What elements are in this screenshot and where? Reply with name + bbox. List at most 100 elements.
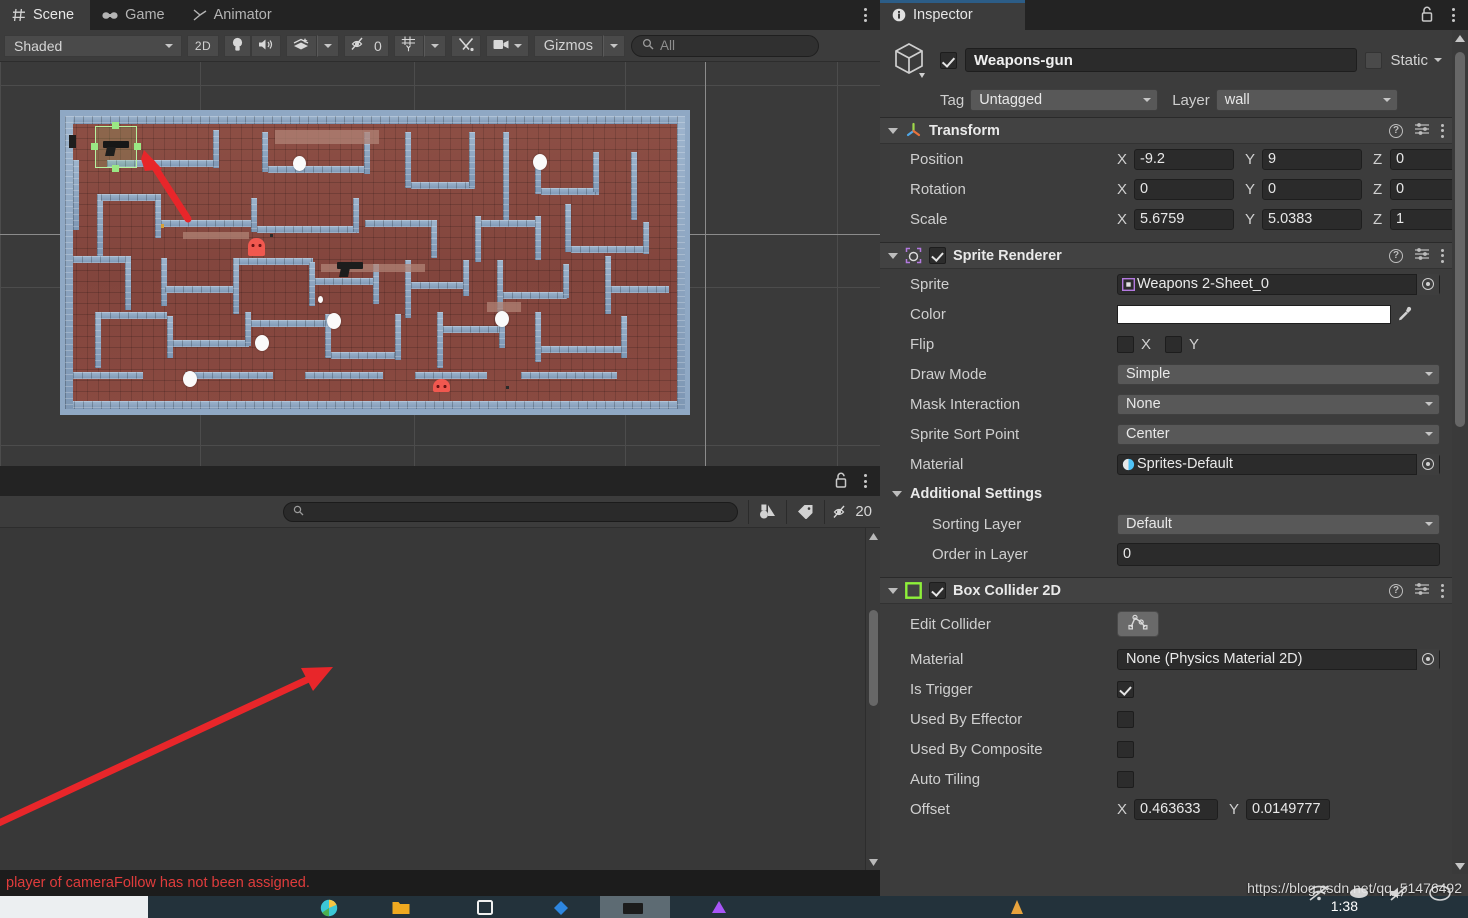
help-icon[interactable]: ? — [1389, 123, 1403, 138]
box-collider-enabled-checkbox[interactable] — [929, 582, 946, 599]
collider-material-object-field[interactable]: None (Physics Material 2D) — [1117, 648, 1440, 670]
transform-header[interactable]: Transform ? — [880, 118, 1452, 144]
scene-camera-button[interactable] — [485, 34, 529, 57]
console-overflow-menu-icon[interactable] — [856, 470, 874, 492]
preset-icon[interactable] — [1414, 121, 1430, 140]
scene-audio-toggle[interactable] — [251, 34, 281, 57]
scene-visibility-toggle[interactable]: 0 — [344, 34, 389, 57]
taskbar-icon-app3[interactable] — [710, 899, 728, 918]
taskbar-icon-app1[interactable] — [476, 899, 494, 918]
auto-tiling-checkbox[interactable] — [1117, 770, 1134, 788]
position-x-input[interactable]: -9.2 — [1134, 148, 1234, 170]
scene-tools-button[interactable] — [450, 34, 481, 57]
position-z-input[interactable]: 0 — [1390, 148, 1452, 170]
console-lock-icon[interactable] — [834, 472, 848, 494]
tray-volume-off-icon[interactable] — [1388, 884, 1410, 907]
scale-x-input[interactable]: 5.6759 — [1134, 208, 1234, 230]
tray-battery-icon[interactable] — [1428, 884, 1452, 907]
taskbar-icon-folder[interactable] — [392, 899, 410, 918]
component-menu-icon[interactable] — [1441, 123, 1444, 138]
tab-animator[interactable]: Animator — [181, 0, 288, 30]
help-icon[interactable]: ? — [1389, 583, 1403, 598]
inspector-scroll-thumb[interactable] — [1455, 52, 1465, 427]
static-checkbox[interactable] — [1365, 51, 1383, 69]
scroll-up-arrow-icon[interactable] — [1452, 30, 1467, 46]
sprite-object-field[interactable]: Weapons 2-Sheet_0 — [1117, 273, 1440, 295]
layer-dropdown[interactable]: wall — [1215, 89, 1398, 111]
material-object-field[interactable]: Sprites-Default — [1117, 453, 1440, 475]
help-icon[interactable]: ? — [1389, 248, 1403, 263]
scene-overflow-menu-icon[interactable] — [856, 4, 874, 26]
flip-x-checkbox[interactable] — [1117, 335, 1134, 353]
scroll-up-arrow-icon[interactable] — [866, 528, 881, 544]
preset-icon[interactable] — [1414, 246, 1430, 265]
static-dropdown[interactable]: Static — [1390, 52, 1442, 69]
scene-viewport[interactable] — [0, 62, 880, 466]
tag-dropdown[interactable]: Untagged — [970, 89, 1159, 111]
material-picker-icon[interactable] — [1416, 453, 1439, 475]
scene-grid-toggle[interactable] — [393, 34, 424, 57]
offset-x-input[interactable]: 0.463633 — [1134, 798, 1218, 820]
console-scrollbar[interactable] — [865, 528, 880, 870]
inspector-lock-icon[interactable] — [1420, 6, 1434, 28]
tray-wifi-off-icon[interactable] — [1308, 884, 1330, 907]
tab-scene[interactable]: Scene — [0, 0, 91, 30]
console-search-input[interactable] — [283, 501, 739, 522]
sorting-layer-dropdown[interactable]: Default — [1117, 513, 1440, 535]
tab-game[interactable]: Game — [90, 0, 181, 30]
rotation-x-input[interactable]: 0 — [1134, 178, 1234, 200]
component-menu-icon[interactable] — [1441, 248, 1444, 263]
foldout-icon[interactable] — [888, 587, 898, 594]
eyedropper-icon[interactable] — [1397, 306, 1413, 322]
preset-icon[interactable] — [1414, 581, 1430, 600]
used-by-composite-checkbox[interactable] — [1117, 740, 1134, 758]
inspector-scrollbar[interactable] — [1452, 30, 1468, 874]
color-swatch[interactable] — [1117, 304, 1391, 324]
tag-filter-icon[interactable] — [786, 499, 825, 524]
hidden-count-icon[interactable]: 20 — [824, 499, 880, 524]
sprite-sort-point-dropdown[interactable]: Center — [1117, 423, 1440, 445]
taskbar-icon-app4[interactable] — [1010, 899, 1024, 918]
edit-collider-button[interactable] — [1117, 611, 1159, 637]
additional-settings-header[interactable]: Additional Settings — [880, 479, 1452, 509]
scroll-down-arrow-icon[interactable] — [866, 854, 881, 870]
taskbar-start-area[interactable] — [0, 896, 148, 918]
console-list[interactable] — [0, 528, 880, 870]
scene-fx-toggle[interactable] — [286, 34, 317, 57]
selected-object-gizmo[interactable] — [91, 122, 141, 172]
gizmos-button[interactable]: Gizmos — [533, 34, 603, 57]
rotation-z-input[interactable]: 0 — [1390, 178, 1452, 200]
scene-grid-dropdown[interactable] — [423, 34, 446, 57]
foldout-icon[interactable] — [892, 491, 902, 497]
collider-material-picker-icon[interactable] — [1416, 648, 1439, 670]
taskbar-icon-app2[interactable] — [552, 899, 570, 918]
gameobject-name-input[interactable]: Weapons-gun — [965, 48, 1358, 72]
scene-search-input[interactable]: All — [630, 34, 819, 57]
object-filter-icon[interactable] — [748, 499, 787, 524]
sprite-picker-icon[interactable] — [1416, 273, 1439, 295]
sprite-renderer-header[interactable]: Sprite Renderer ? — [880, 243, 1452, 269]
position-y-input[interactable]: 9 — [1262, 148, 1362, 170]
gizmos-dropdown[interactable] — [602, 34, 625, 57]
is-trigger-checkbox[interactable] — [1117, 680, 1134, 698]
taskbar-icon-unity[interactable] — [622, 899, 644, 918]
scale-z-input[interactable]: 1 — [1390, 208, 1452, 230]
sprite-renderer-enabled-checkbox[interactable] — [929, 247, 946, 264]
console-scroll-thumb[interactable] — [869, 610, 878, 706]
scene-lighting-toggle[interactable] — [224, 34, 251, 57]
scroll-down-arrow-icon[interactable] — [1452, 858, 1467, 874]
box-collider-header[interactable]: Box Collider 2D ? — [880, 578, 1452, 604]
inspector-overflow-menu-icon[interactable] — [1444, 4, 1462, 26]
tab-inspector[interactable]: Inspector — [880, 0, 1025, 30]
component-menu-icon[interactable] — [1441, 583, 1444, 598]
scene-fx-dropdown[interactable] — [317, 34, 339, 57]
mask-interaction-dropdown[interactable]: None — [1117, 393, 1440, 415]
offset-y-input[interactable]: 0.0149777 — [1246, 798, 1330, 820]
used-by-effector-checkbox[interactable] — [1117, 710, 1134, 728]
shading-mode-dropdown[interactable]: Shaded — [4, 34, 182, 57]
draw-mode-dropdown[interactable]: Simple — [1117, 363, 1440, 385]
taskbar-icon-browser[interactable] — [320, 899, 338, 918]
foldout-icon[interactable] — [888, 127, 898, 134]
flip-y-checkbox[interactable] — [1165, 335, 1182, 353]
toggle-2d-button[interactable]: 2D — [187, 34, 219, 57]
